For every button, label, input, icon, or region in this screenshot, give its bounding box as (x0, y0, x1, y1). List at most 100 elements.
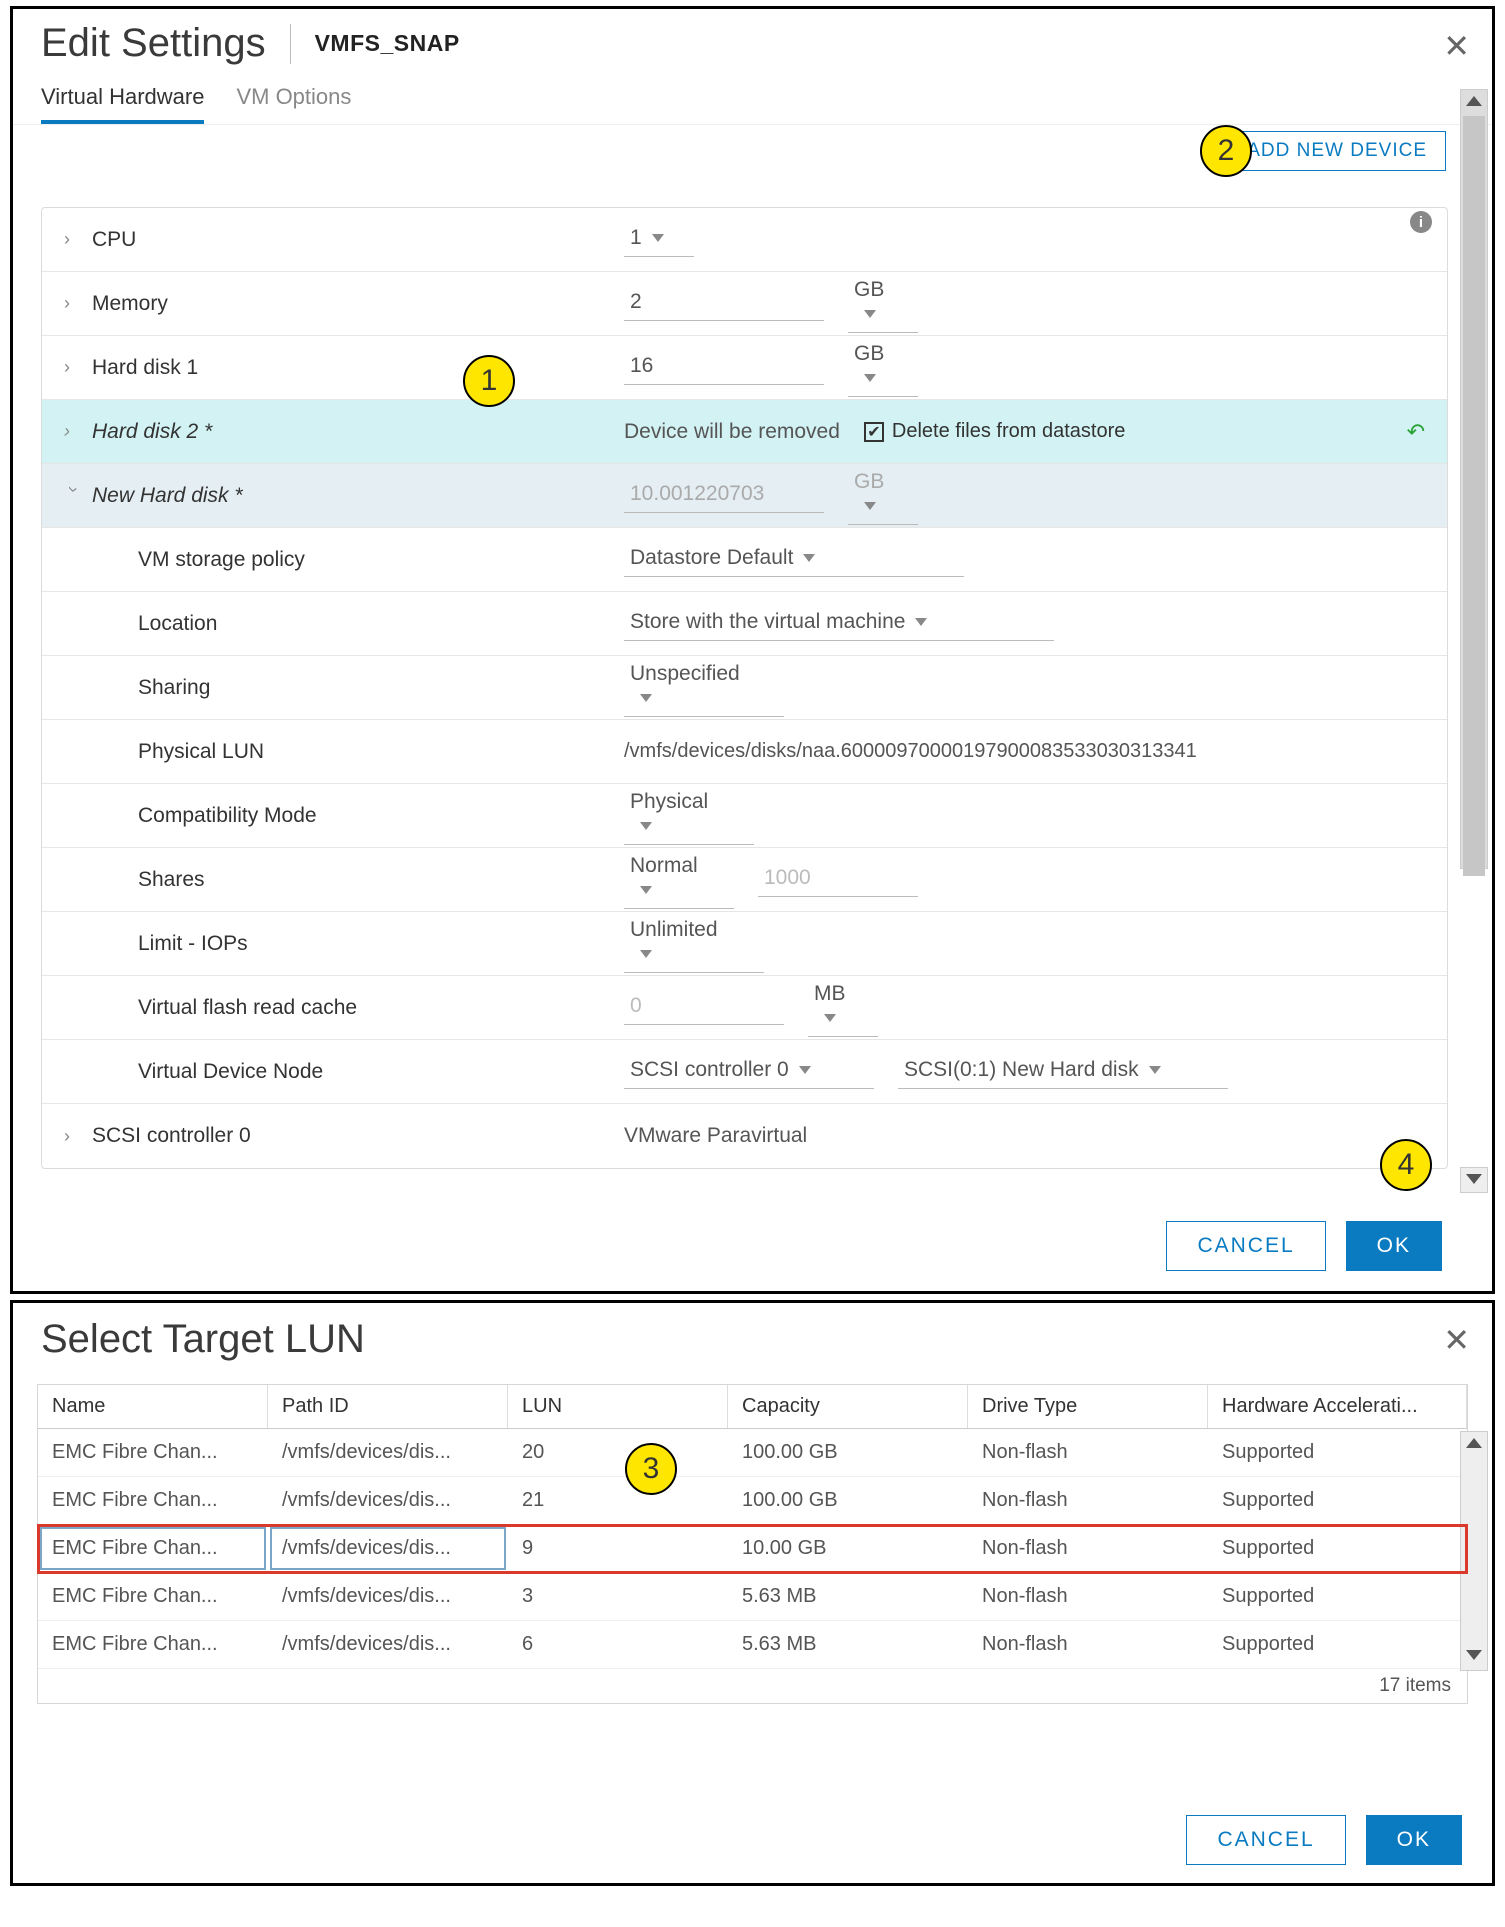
tab-virtual-hardware[interactable]: Virtual Hardware (41, 84, 204, 124)
label-iops: Limit - IOPs (138, 932, 248, 956)
scsi-value: VMware Paravirtual (624, 1124, 807, 1148)
row-cpu[interactable]: ›CPU 1 (42, 208, 1447, 272)
dialog-titlebar: Select Target LUN (13, 1303, 1492, 1372)
chevron-right-icon: › (64, 293, 82, 314)
label-newhd: New Hard disk * (92, 484, 243, 508)
cell-cap: 100.00 GB (728, 1477, 968, 1524)
row-flash-cache: Virtual flash read cache 0 MB (42, 976, 1447, 1040)
row-hard-disk-1[interactable]: ›Hard disk 1 16 GB (42, 336, 1447, 400)
title-separator (290, 24, 291, 64)
cell-drive: Non-flash (968, 1573, 1208, 1620)
table-header: Name Path ID LUN Capacity Drive Type Har… (38, 1385, 1467, 1429)
close-icon[interactable]: ✕ (1443, 1321, 1470, 1359)
row-new-hard-disk[interactable]: › New Hard disk * 10.001220703 GB (42, 464, 1447, 528)
cancel-button[interactable]: CANCEL (1186, 1815, 1345, 1865)
hardware-table: ›CPU 1 ›Memory 2 GB ›Hard disk 1 16 GB (41, 207, 1448, 1169)
cancel-button[interactable]: CANCEL (1166, 1221, 1325, 1271)
cell-cap: 5.63 MB (728, 1621, 968, 1668)
cell-path: /vmfs/devices/dis... (268, 1429, 508, 1476)
sharing-select[interactable]: Unspecified (624, 658, 784, 717)
label-compat: Compatibility Mode (138, 804, 317, 828)
hd1-unit-select[interactable]: GB (848, 338, 918, 397)
iops-select[interactable]: Unlimited (624, 914, 764, 973)
cell-drive: Non-flash (968, 1477, 1208, 1524)
col-cap[interactable]: Capacity (728, 1385, 968, 1428)
scroll-up-icon[interactable] (1466, 96, 1482, 106)
newhd-size-input[interactable]: 10.001220703 (624, 478, 824, 513)
cell-hw: Supported (1208, 1525, 1467, 1572)
newhd-unit-select[interactable]: GB (848, 466, 918, 525)
memory-value-input[interactable]: 2 (624, 286, 824, 321)
cell-cap: 10.00 GB (728, 1525, 968, 1572)
table-row[interactable]: EMC Fibre Chan.../vmfs/devices/dis...910… (38, 1525, 1467, 1573)
col-drive[interactable]: Drive Type (968, 1385, 1208, 1428)
row-memory[interactable]: › Memory 2 GB (42, 272, 1447, 336)
cell-drive: Non-flash (968, 1621, 1208, 1668)
cell-hw: Supported (1208, 1621, 1467, 1668)
label-memory: Memory (92, 292, 168, 316)
memory-unit-select[interactable]: GB (848, 274, 918, 333)
label-scsi: SCSI controller 0 (92, 1124, 251, 1148)
cell-lun: 3 (508, 1573, 728, 1620)
cell-lun: 9 (508, 1525, 728, 1572)
tab-vm-options[interactable]: VM Options (236, 84, 351, 124)
label-shares: Shares (138, 868, 205, 892)
col-hw[interactable]: Hardware Accelerati... (1208, 1385, 1467, 1428)
cell-path: /vmfs/devices/dis... (268, 1573, 508, 1620)
scroll-down-icon[interactable] (1466, 1650, 1482, 1660)
chevron-down-icon: › (63, 487, 84, 505)
location-select[interactable]: Store with the virtual machine (624, 606, 1054, 641)
cell-drive: Non-flash (968, 1429, 1208, 1476)
ok-button[interactable]: OK (1346, 1221, 1442, 1271)
callout-3: 3 (625, 1443, 677, 1495)
callout-1: 1 (463, 355, 515, 407)
tab-bar: Virtual Hardware VM Options (13, 66, 1492, 125)
add-new-device-button[interactable]: ADD NEW DEVICE (1228, 131, 1446, 171)
cell-lun: 20 (508, 1429, 728, 1476)
flash-value-input[interactable]: 0 (624, 990, 784, 1025)
table-row[interactable]: EMC Fibre Chan.../vmfs/devices/dis...65.… (38, 1621, 1467, 1669)
label-hd1: Hard disk 1 (92, 356, 198, 380)
dialog-footer: CANCEL OK (1166, 1221, 1442, 1271)
ok-button[interactable]: OK (1366, 1815, 1462, 1865)
checkbox-checked-icon[interactable]: ✔ (864, 422, 884, 442)
label-policy: VM storage policy (138, 548, 305, 572)
label-sharing: Sharing (138, 676, 210, 700)
shares-level-select[interactable]: Normal (624, 850, 734, 909)
chevron-right-icon: › (64, 1126, 82, 1147)
col-name[interactable]: Name (38, 1385, 268, 1428)
close-icon[interactable]: ✕ (1443, 27, 1470, 65)
node-slot-select[interactable]: SCSI(0:1) New Hard disk (898, 1054, 1228, 1089)
shares-value-input[interactable]: 1000 (758, 862, 918, 897)
col-lun[interactable]: LUN (508, 1385, 728, 1428)
cell-hw: Supported (1208, 1429, 1467, 1476)
row-scsi-controller[interactable]: › SCSI controller 0 VMware Paravirtual (42, 1104, 1447, 1168)
info-icon[interactable]: i (1410, 211, 1432, 233)
chevron-right-icon: › (64, 229, 82, 250)
hd1-size-input[interactable]: 16 (624, 350, 824, 385)
node-controller-select[interactable]: SCSI controller 0 (624, 1054, 874, 1089)
cell-name: EMC Fibre Chan... (38, 1429, 268, 1476)
row-hard-disk-2-removed[interactable]: ›Hard disk 2 * Device will be removed ✔ … (42, 400, 1447, 464)
chevron-right-icon: › (64, 421, 82, 442)
dialog-title: Select Target LUN (41, 1317, 365, 1361)
row-physical-lun: Physical LUN /vmfs/devices/disks/naa.600… (42, 720, 1447, 784)
scroll-up-icon[interactable] (1466, 1438, 1482, 1448)
label-plun: Physical LUN (138, 740, 264, 764)
dialog-titlebar: Edit Settings VMFS_SNAP (13, 9, 1492, 66)
row-sharing: Sharing Unspecified (42, 656, 1447, 720)
flash-unit-select[interactable]: MB (808, 978, 878, 1037)
cpu-count-select[interactable]: 1 (624, 222, 694, 257)
table-row[interactable]: EMC Fibre Chan.../vmfs/devices/dis...211… (38, 1477, 1467, 1525)
storage-policy-select[interactable]: Datastore Default (624, 542, 964, 577)
row-location: Location Store with the virtual machine (42, 592, 1447, 656)
table-row[interactable]: EMC Fibre Chan.../vmfs/devices/dis...201… (38, 1429, 1467, 1477)
table-row[interactable]: EMC Fibre Chan.../vmfs/devices/dis...35.… (38, 1573, 1467, 1621)
delete-files-checkbox[interactable]: ✔ Delete files from datastore (864, 420, 1125, 443)
undo-icon[interactable]: ↶ (1407, 419, 1425, 445)
compat-select[interactable]: Physical (624, 786, 754, 845)
col-path[interactable]: Path ID (268, 1385, 508, 1428)
cell-lun: 21 (508, 1477, 728, 1524)
edit-settings-dialog: Edit Settings VMFS_SNAP ✕ Virtual Hardwa… (10, 6, 1495, 1294)
label-flash: Virtual flash read cache (138, 996, 357, 1020)
